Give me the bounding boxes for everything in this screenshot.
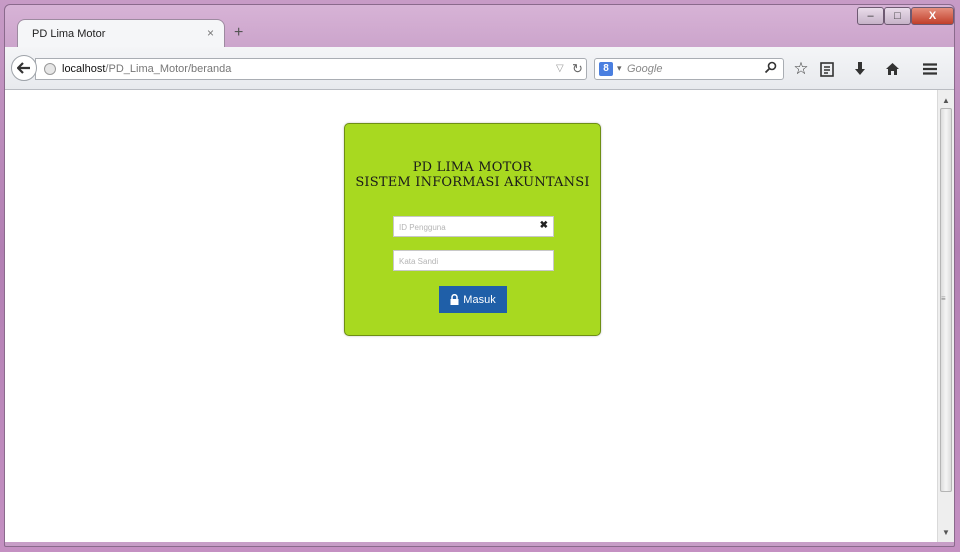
back-arrow-icon bbox=[17, 62, 30, 74]
browser-tab[interactable]: PD Lima Motor × bbox=[17, 19, 225, 47]
tab-close-icon[interactable]: × bbox=[207, 26, 214, 40]
new-tab-button[interactable]: + bbox=[234, 24, 243, 42]
globe-icon bbox=[44, 63, 56, 75]
login-button[interactable]: Masuk bbox=[439, 286, 507, 313]
reload-icon[interactable]: ↻ bbox=[572, 61, 583, 77]
password-field[interactable] bbox=[393, 250, 554, 271]
url-host: localhost bbox=[62, 63, 106, 75]
maximize-button[interactable]: □ bbox=[884, 7, 911, 25]
address-bar[interactable]: localhost/PD_Lima_Motor/beranda ▽ ↻ bbox=[35, 58, 587, 80]
company-title: PD LIMA MOTOR bbox=[412, 160, 533, 175]
url-text[interactable]: localhost/PD_Lima_Motor/beranda bbox=[62, 63, 231, 75]
url-dropdown-icon[interactable]: ▽ bbox=[556, 63, 564, 74]
download-icon[interactable] bbox=[849, 58, 871, 80]
system-title: SISTEM INFORMASI AKUNTANSI bbox=[355, 175, 590, 190]
tab-title: PD Lima Motor bbox=[32, 28, 106, 40]
login-card: PD LIMA MOTOR SISTEM INFORMASI AKUNTANSI… bbox=[344, 123, 601, 336]
bookmark-star-icon[interactable]: ☆ bbox=[790, 58, 812, 80]
scrollbar-grip-icon: ≡ bbox=[941, 294, 946, 303]
minimize-button[interactable]: – bbox=[857, 7, 884, 25]
lock-icon bbox=[450, 294, 459, 305]
navigation-bar: localhost/PD_Lima_Motor/beranda ▽ ↻ 8 ▾ … bbox=[5, 47, 954, 90]
search-bar[interactable]: 8 ▾ Google bbox=[594, 58, 784, 80]
password-input[interactable] bbox=[394, 252, 534, 271]
username-field[interactable]: ✖ bbox=[393, 216, 554, 237]
username-input[interactable] bbox=[394, 218, 534, 237]
page-content: PD LIMA MOTOR SISTEM INFORMASI AKUNTANSI… bbox=[5, 90, 937, 542]
search-engine-dropdown-icon[interactable]: ▾ bbox=[617, 63, 622, 74]
reading-list-icon[interactable] bbox=[816, 58, 838, 80]
search-go-icon[interactable] bbox=[764, 61, 777, 77]
scroll-up-arrow-icon[interactable]: ▲ bbox=[938, 92, 954, 108]
clear-input-icon[interactable]: ✖ bbox=[540, 220, 548, 231]
login-button-label: Masuk bbox=[463, 293, 496, 306]
close-window-button[interactable]: X bbox=[911, 7, 954, 25]
vertical-scrollbar[interactable]: ▲ ≡ ▼ bbox=[937, 90, 954, 542]
scroll-down-arrow-icon[interactable]: ▼ bbox=[938, 524, 954, 540]
url-path: /PD_Lima_Motor/beranda bbox=[105, 63, 232, 75]
search-engine-icon[interactable]: 8 bbox=[599, 62, 613, 76]
home-icon[interactable] bbox=[881, 58, 903, 80]
menu-icon[interactable] bbox=[919, 58, 941, 80]
search-placeholder: Google bbox=[627, 63, 663, 75]
back-button[interactable] bbox=[11, 55, 37, 81]
